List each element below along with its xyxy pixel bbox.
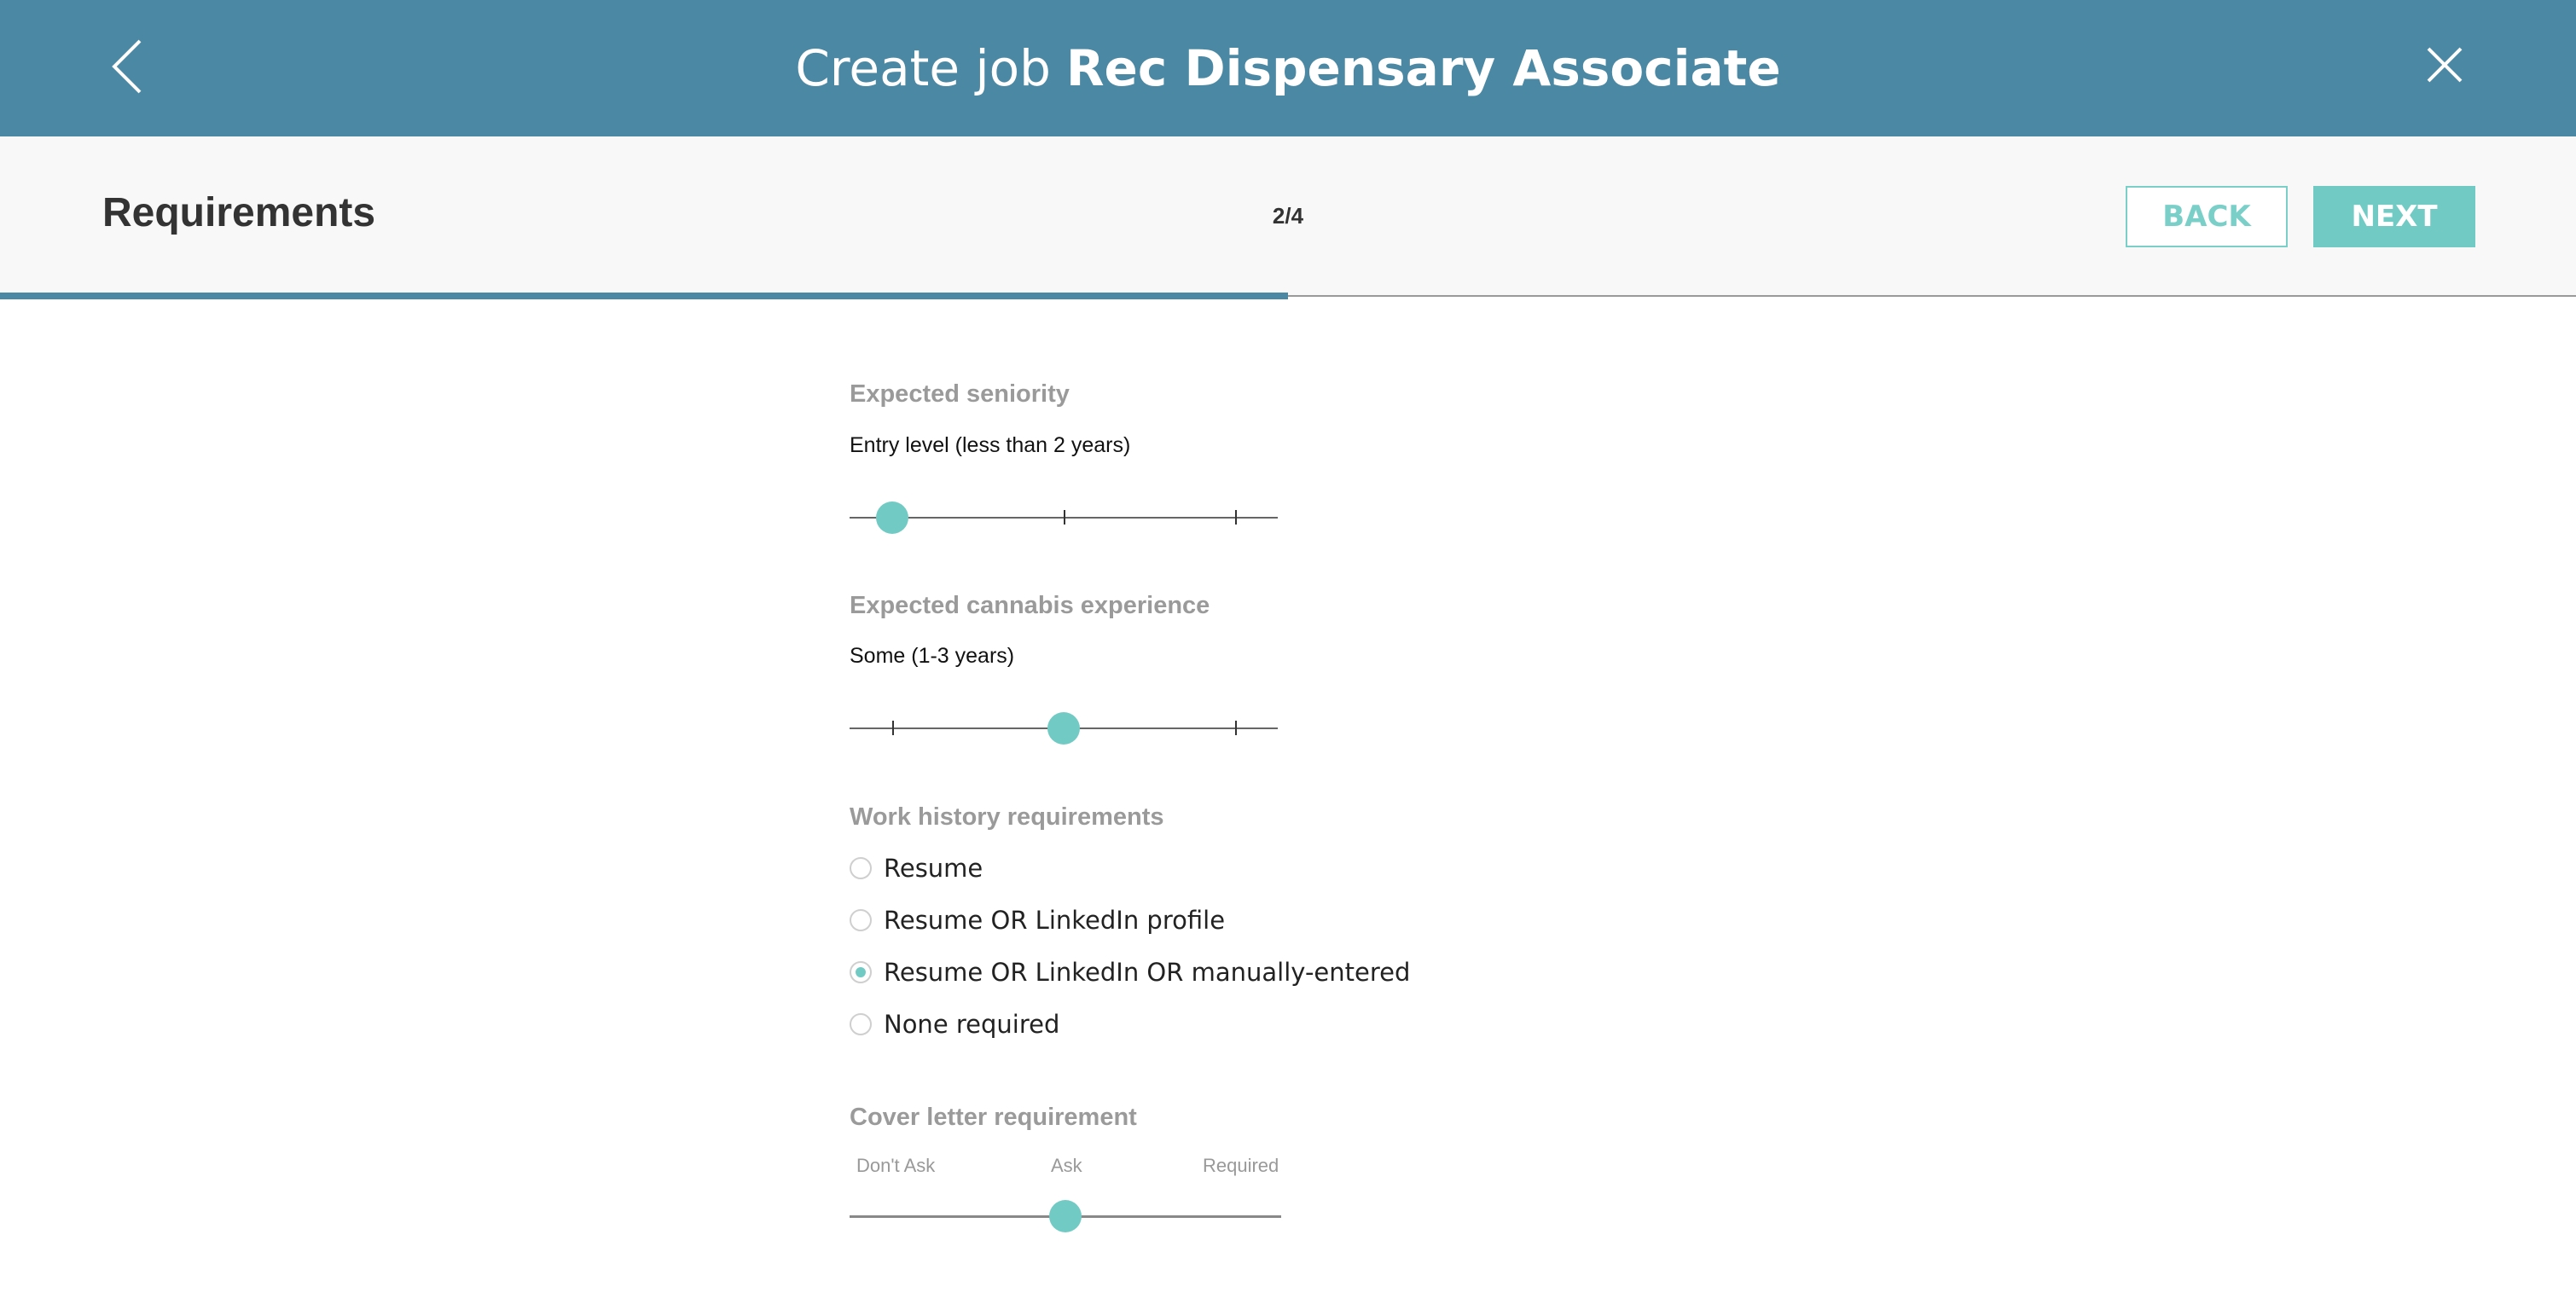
title-lead: Create job — [795, 39, 1051, 97]
radio-button[interactable] — [850, 1013, 872, 1035]
cannabis-label: Expected cannabis experience — [850, 592, 1210, 619]
seniority-value: Entry level (less than 2 years) — [850, 433, 1131, 457]
work-history-option-resume-linkedin-manual[interactable]: Resume OR LinkedIn OR manually-entered — [850, 955, 1410, 989]
scale-label-ask: Ask — [1051, 1155, 1082, 1176]
work-history-label: Work history requirements — [850, 803, 1164, 831]
next-button[interactable]: NEXT — [2313, 186, 2475, 247]
slider-tick — [1234, 721, 1237, 735]
close-icon[interactable] — [2426, 46, 2463, 84]
radio-label: Resume OR LinkedIn OR manually-entered — [884, 958, 1411, 987]
radio-label: Resume — [884, 854, 983, 883]
radio-button[interactable] — [850, 961, 872, 983]
slider-thumb[interactable] — [1049, 1200, 1082, 1232]
radio-label: Resume OR LinkedIn profile — [884, 906, 1226, 935]
cover-letter-slider[interactable] — [850, 1199, 1281, 1233]
back-button[interactable]: BACK — [2126, 186, 2288, 247]
step-indicator: 2/4 — [1272, 203, 1304, 229]
cannabis-value: Some (1-3 years) — [850, 644, 1015, 668]
seniority-label: Expected seniority — [850, 380, 1070, 408]
work-history-option-none[interactable]: None required — [850, 1007, 1059, 1041]
slider-tick — [892, 721, 895, 735]
title-job-name: Rec Dispensary Associate — [1065, 39, 1781, 97]
slider-tick — [1234, 510, 1237, 525]
slider-tick — [1064, 510, 1065, 525]
cover-letter-scale-labels: Don't Ask Ask Required — [850, 1155, 1281, 1180]
page-title: Create job Rec Dispensary Associate — [0, 0, 2576, 136]
radio-label: None required — [884, 1010, 1060, 1039]
scale-label-required: Required — [1203, 1155, 1279, 1176]
top-bar: Create job Rec Dispensary Associate — [0, 0, 2576, 136]
section-title: Requirements — [102, 190, 376, 235]
work-history-option-resume[interactable]: Resume — [850, 851, 983, 885]
work-history-option-resume-linkedin[interactable]: Resume OR LinkedIn profile — [850, 903, 1225, 937]
progress-fill — [0, 293, 1288, 299]
slider-thumb[interactable] — [876, 501, 909, 534]
seniority-slider[interactable] — [850, 501, 1278, 535]
radio-button[interactable] — [850, 857, 872, 879]
scale-label-dont-ask: Don't Ask — [856, 1155, 936, 1176]
cover-letter-label: Cover letter requirement — [850, 1104, 1137, 1131]
cannabis-slider[interactable] — [850, 711, 1278, 745]
slider-thumb[interactable] — [1047, 712, 1080, 745]
radio-button[interactable] — [850, 909, 872, 931]
